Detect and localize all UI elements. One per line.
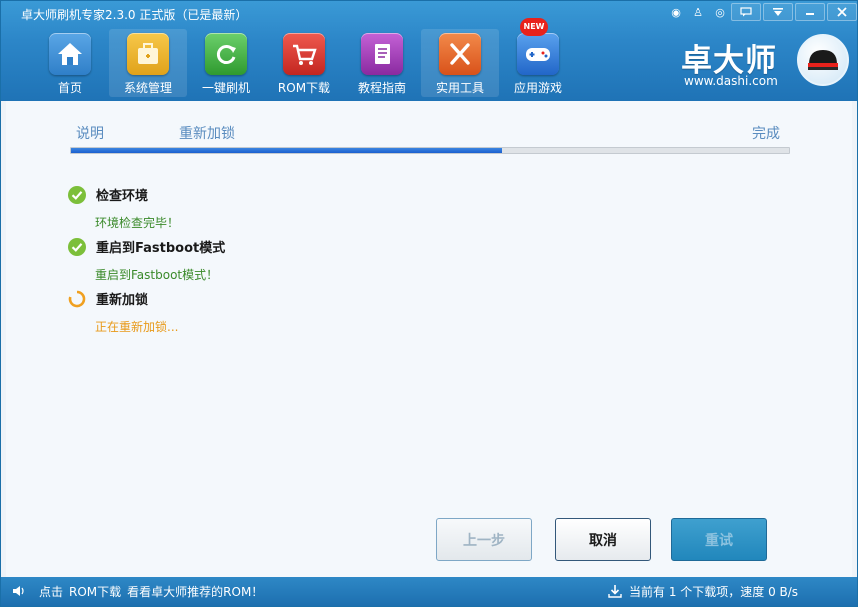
home-icon (49, 33, 91, 75)
title-bar: 卓大师刷机专家2.3.0 正式版（已是最新） ◉ ♙ ◎ 首页 系统管理 一键刷… (1, 1, 857, 101)
refresh-icon (205, 33, 247, 75)
menu-button[interactable] (763, 3, 793, 21)
minimize-icon (806, 13, 814, 15)
brand-logo (797, 34, 849, 86)
nav-label: 首页 (57, 81, 82, 95)
nav-item-home[interactable]: 首页 (31, 29, 109, 97)
task-reboot-fastboot: 重启到Fastboot模式 重启到Fastboot模式！ (68, 237, 225, 283)
task-check-environment: 检查环境 环境检查完毕！ (68, 185, 179, 231)
nav-label: 实用工具 (435, 81, 484, 95)
nav-label: 一键刷机 (201, 81, 250, 95)
nav-label: 系统管理 (123, 81, 172, 95)
nav-item-tools[interactable]: 实用工具 (421, 29, 499, 97)
speaker-icon (13, 586, 24, 596)
task-status: 正在重新加锁... (95, 320, 179, 334)
task-status: 环境检查完毕！ (95, 216, 180, 230)
nav-label: 应用游戏 (513, 81, 562, 95)
previous-step-button[interactable]: 上一步 (436, 518, 532, 561)
nav-label: ROM下载 (277, 81, 331, 95)
check-circle-icon (68, 237, 86, 256)
new-badge: NEW (520, 18, 548, 36)
user-icon[interactable]: ◉ (667, 5, 685, 21)
task-status: 重启到Fastboot模式！ (95, 268, 219, 282)
nav-item-apps-games[interactable]: 应用游戏 (499, 29, 577, 97)
step-label-done: 完成 (752, 126, 780, 142)
task-relock: 重新加锁 正在重新加锁... (68, 289, 178, 335)
minimize-button[interactable] (795, 3, 825, 21)
retry-button[interactable]: 重试 (671, 518, 767, 561)
message-icon (740, 7, 752, 17)
progress-fill (71, 148, 502, 153)
nav-item-system[interactable]: 系统管理 (109, 29, 187, 97)
close-button[interactable] (827, 3, 857, 21)
tools-icon (439, 33, 481, 75)
wizard-panel: 说明 重新加锁 完成 检查环境 环境检查完毕！ 重启到Fastboot模式 重启… (6, 101, 852, 577)
cart-icon (283, 33, 325, 75)
nav-item-tutorial[interactable]: 教程指南 (343, 29, 421, 97)
nav-item-oneclick-flash[interactable]: 一键刷机 (187, 29, 265, 97)
task-title: 检查环境 (96, 189, 149, 204)
status-tip-prefix: 点击 (39, 585, 64, 599)
main-nav: 首页 系统管理 一键刷机 ROM下载 教程指南 实用工具 应用游戏 (31, 29, 577, 97)
window-title: 卓大师刷机专家2.3.0 正式版（已是最新） (21, 8, 248, 22)
rom-download-link[interactable]: ROM下载 (69, 583, 121, 600)
book-icon (361, 33, 403, 75)
gamepad-icon (517, 33, 559, 75)
social-icons: ◉ ♙ ◎ (667, 5, 729, 21)
close-icon (837, 7, 847, 17)
menu-down-icon (773, 8, 783, 16)
status-tip: 点击 ROM下载 看看卓大师推荐的ROM！ (39, 583, 263, 600)
download-status: 当前有 1 个下载项，速度 0 B/s (629, 585, 799, 599)
download-icon (608, 585, 622, 598)
window-controls (729, 3, 857, 21)
nav-item-rom-download[interactable]: ROM下载 (265, 29, 343, 97)
check-circle-icon (68, 185, 86, 204)
nav-label: 教程指南 (357, 81, 406, 95)
cancel-button[interactable]: 取消 (555, 518, 651, 561)
step-label-intro: 说明 (76, 126, 104, 142)
task-title: 重启到Fastboot模式 (96, 241, 226, 256)
feedback-button[interactable] (731, 3, 761, 21)
qq-icon[interactable]: ♙ (689, 5, 707, 21)
brand-url: www.dashi.com (684, 74, 778, 88)
step-label-relock: 重新加锁 (179, 126, 235, 142)
loading-spinner-icon (68, 290, 86, 307)
toolbox-icon (127, 33, 169, 75)
progress-bar (70, 147, 790, 154)
status-tip-text: 看看卓大师推荐的ROM！ (127, 585, 264, 599)
app-window: 卓大师刷机专家2.3.0 正式版（已是最新） ◉ ♙ ◎ 首页 系统管理 一键刷… (0, 0, 858, 607)
status-bar: 点击 ROM下载 看看卓大师推荐的ROM！ 当前有 1 个下载项，速度 0 B/… (1, 577, 857, 606)
task-title: 重新加锁 (96, 293, 149, 308)
weibo-icon[interactable]: ◎ (711, 5, 729, 21)
